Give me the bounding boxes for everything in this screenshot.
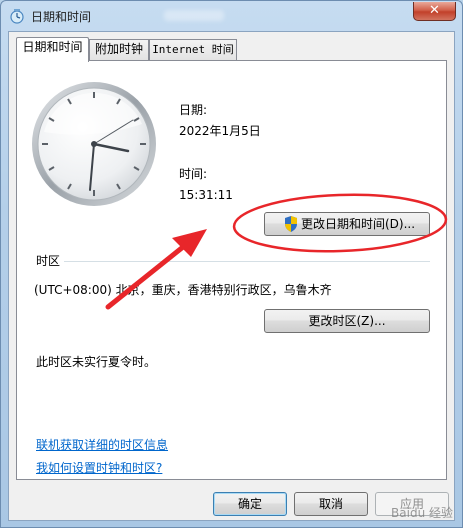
uac-shield-icon (285, 216, 297, 232)
cancel-button[interactable]: 取消 (294, 492, 368, 516)
window-title: 日期和时间 (31, 10, 92, 24)
close-button[interactable]: ✕ (413, 2, 456, 21)
change-timezone-button[interactable]: 更改时区(Z)... (264, 309, 430, 333)
change-date-time-button[interactable]: 更改日期和时间(D)... (264, 212, 430, 236)
dst-note: 此时区未实行夏令时。 (36, 355, 157, 369)
watermark: Baidu 经验 (391, 506, 453, 520)
analog-clock (32, 82, 156, 206)
online-timezone-info-link[interactable]: 联机获取详细的时区信息 (36, 438, 168, 452)
title-blur (164, 10, 224, 21)
tab-internet-time[interactable]: Internet 时间 (149, 39, 237, 60)
tab-date-time[interactable]: 日期和时间 (16, 37, 89, 62)
title-bar[interactable]: 日期和时间 ✕ (1, 1, 462, 31)
time-value: 15:31:11 (179, 188, 233, 202)
date-value: 2022年1月5日 (179, 124, 261, 138)
clock-globe-icon (10, 9, 24, 24)
close-icon: ✕ (429, 3, 440, 18)
how-to-set-clock-link[interactable]: 我如何设置时钟和时区? (36, 461, 162, 475)
ok-button[interactable]: 确定 (213, 492, 287, 516)
date-label: 日期: (179, 103, 208, 117)
timezone-section-label: 时区 (36, 254, 61, 268)
timezone-divider (64, 261, 430, 262)
change-date-time-label: 更改日期和时间(D)... (301, 217, 416, 231)
time-label: 时间: (179, 167, 208, 181)
timezone-value: (UTC+08:00) 北京，重庆，香港特别行政区，乌鲁木齐 (34, 283, 332, 297)
tab-additional-clocks[interactable]: 附加时钟 (89, 39, 149, 60)
